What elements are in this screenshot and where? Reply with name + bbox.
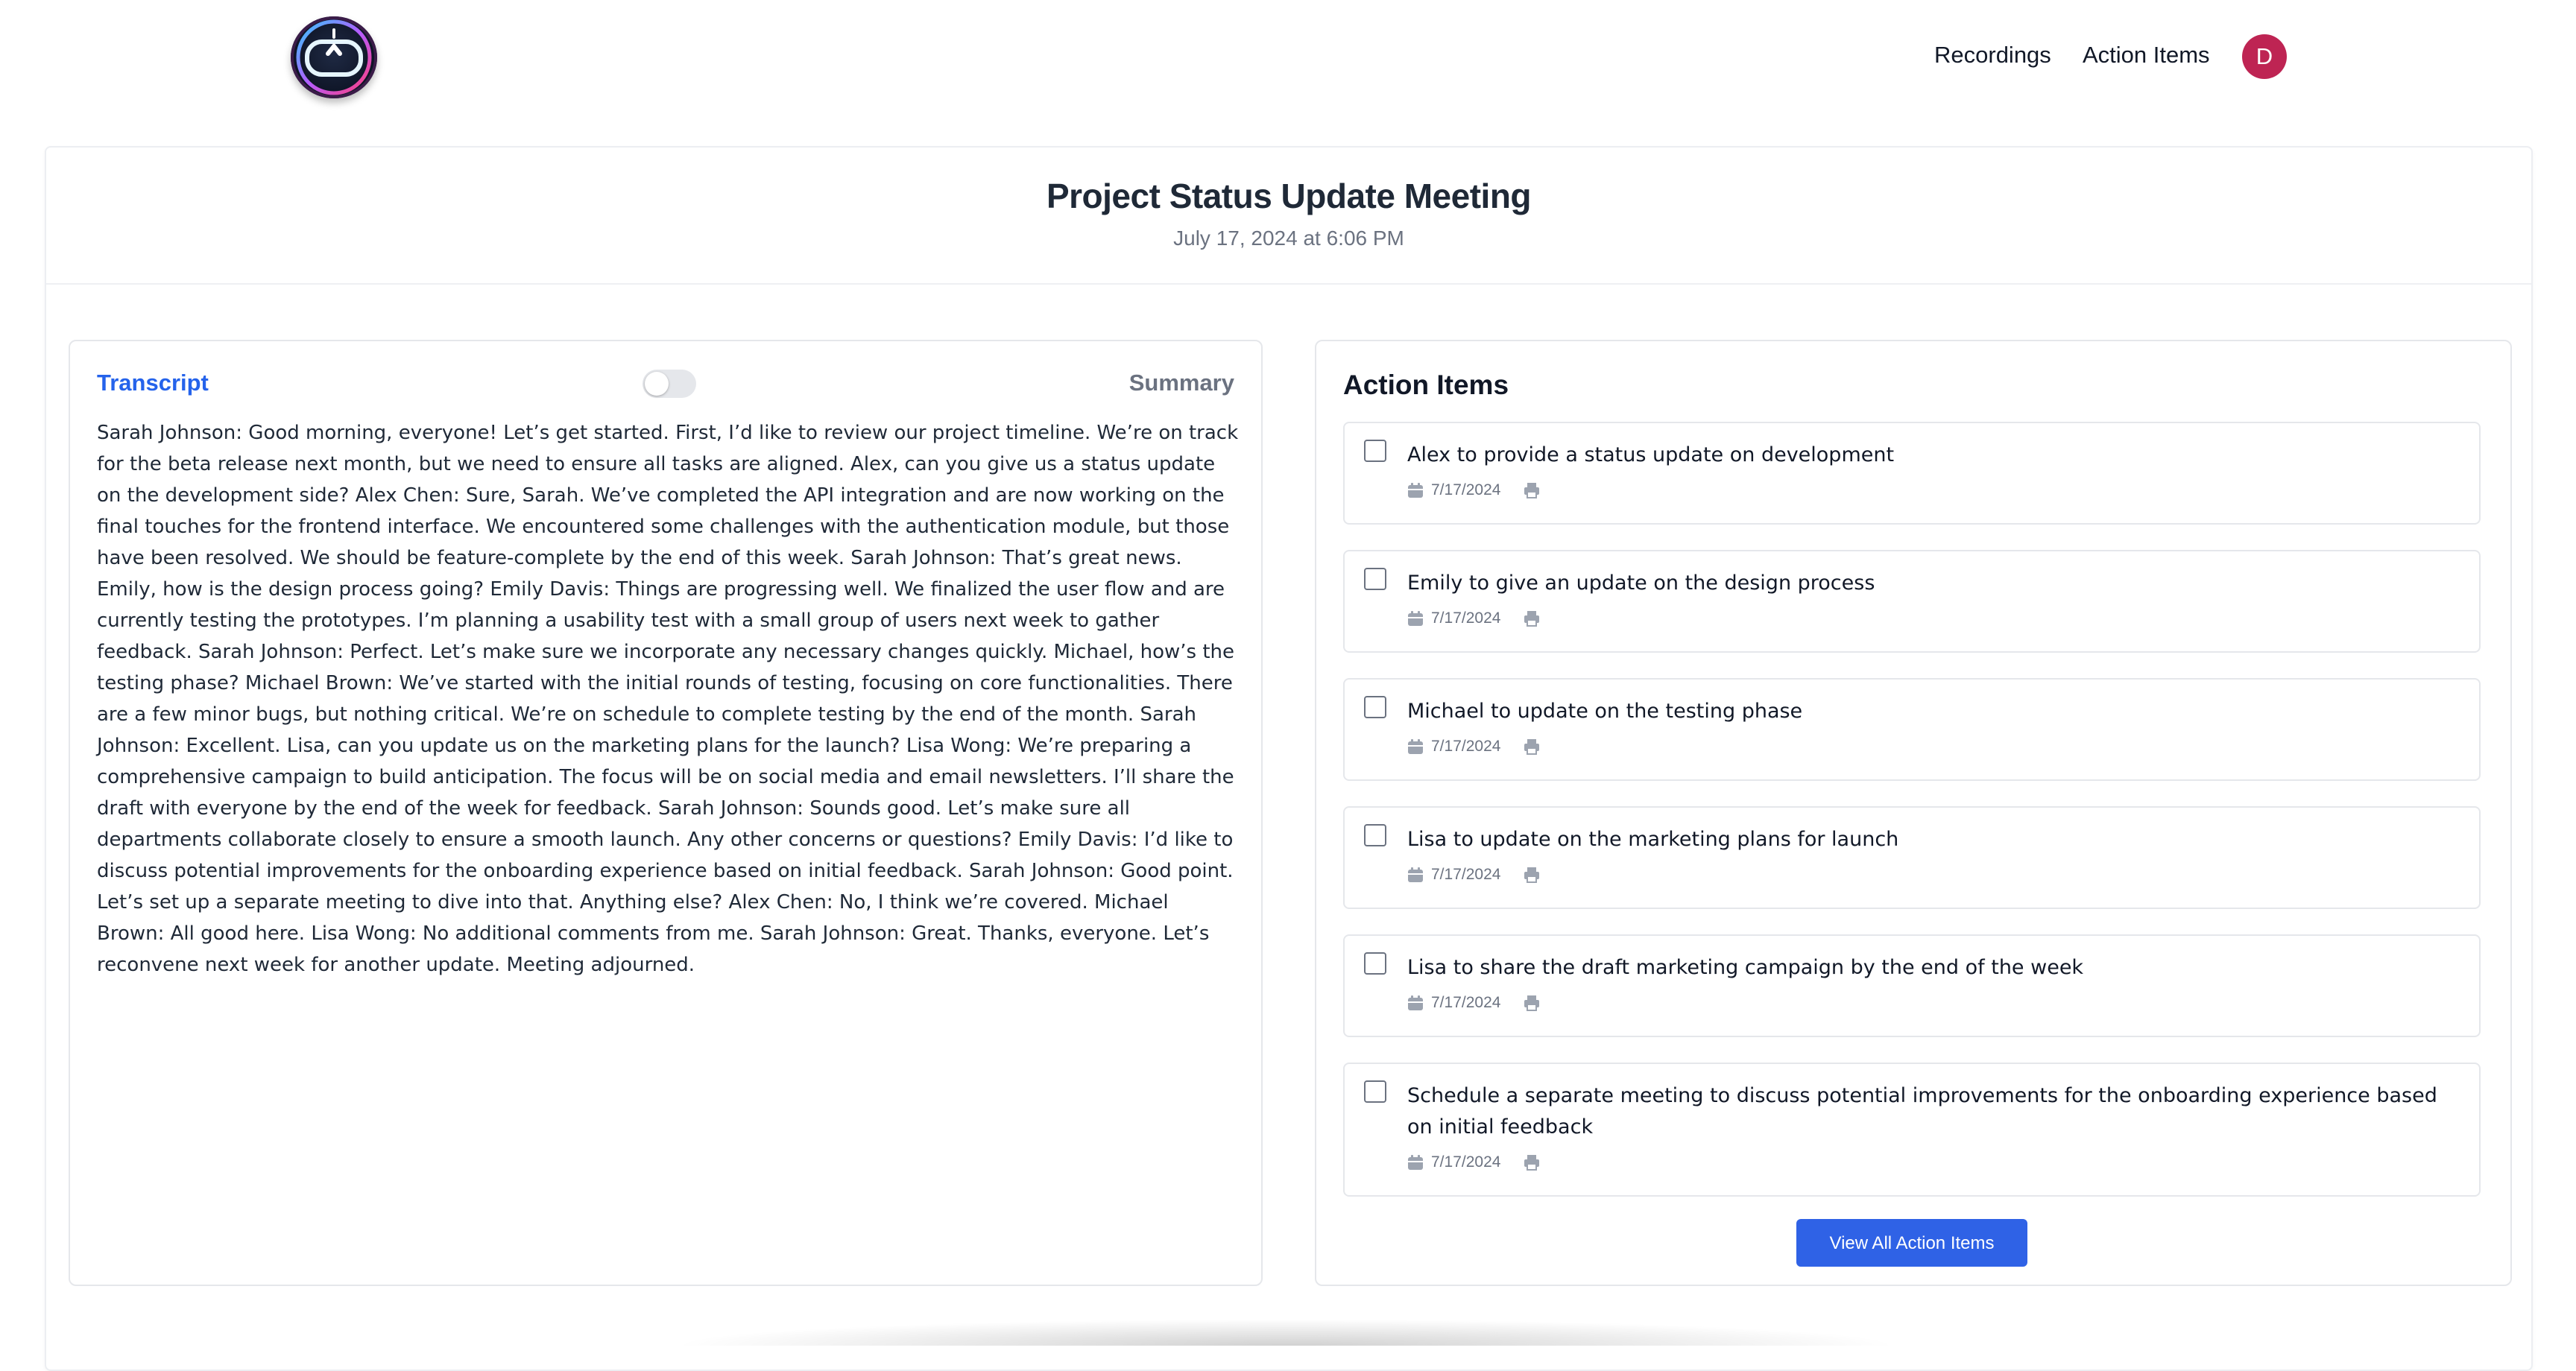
action-item-date: 7/17/2024 xyxy=(1431,994,1501,1011)
top-nav: Recordings Action Items D xyxy=(0,0,2576,112)
printer-icon[interactable] xyxy=(1523,994,1541,1012)
action-item: Lisa to share the draft marketing campai… xyxy=(1343,934,2481,1037)
action-item-meta: 7/17/2024 xyxy=(1407,994,1541,1012)
nav-action-items-link[interactable]: Action Items xyxy=(2083,42,2210,69)
action-item-date: 7/17/2024 xyxy=(1431,481,1501,498)
printer-icon[interactable] xyxy=(1523,1153,1541,1171)
user-avatar[interactable]: D xyxy=(2242,34,2287,79)
action-item-checkbox[interactable] xyxy=(1364,440,1386,462)
meeting-header: Project Status Update Meeting July 17, 2… xyxy=(46,148,2531,285)
action-item: Alex to provide a status update on devel… xyxy=(1343,422,2481,525)
action-item-meta: 7/17/2024 xyxy=(1407,738,1541,756)
printer-icon[interactable] xyxy=(1523,609,1541,627)
toggle-knob xyxy=(645,372,669,396)
meeting-title: Project Status Update Meeting xyxy=(1046,177,1532,215)
action-item-meta: 7/17/2024 xyxy=(1407,609,1541,627)
action-item-checkbox[interactable] xyxy=(1364,1080,1386,1103)
calendar-icon xyxy=(1408,1155,1423,1170)
tab-summary[interactable]: Summary xyxy=(1129,370,1234,396)
calendar-icon xyxy=(1408,739,1423,754)
action-item-date: 7/17/2024 xyxy=(1431,1153,1501,1171)
action-item-text: Lisa to update on the marketing plans fo… xyxy=(1407,828,1899,851)
calendar-icon xyxy=(1408,995,1423,1010)
action-item-text: Lisa to share the draft marketing campai… xyxy=(1407,956,2084,979)
action-items-panel: Action Items Alex to provide a status up… xyxy=(1315,340,2512,1286)
transcript-panel: Transcript Summary Sarah Johnson: Good m… xyxy=(69,340,1263,1286)
logo-icon xyxy=(296,19,372,95)
app-logo[interactable] xyxy=(291,16,377,98)
view-all-action-items-button[interactable]: View All Action Items xyxy=(1796,1219,2027,1267)
meeting-datetime: July 17, 2024 at 6:06 PM xyxy=(1173,227,1404,250)
printer-icon[interactable] xyxy=(1523,738,1541,756)
action-item-checkbox[interactable] xyxy=(1364,952,1386,975)
calendar-icon xyxy=(1408,867,1423,882)
action-item-checkbox[interactable] xyxy=(1364,696,1386,718)
action-item-checkbox[interactable] xyxy=(1364,824,1386,846)
action-item-text: Emily to give an update on the design pr… xyxy=(1407,571,1875,595)
calendar-icon xyxy=(1408,611,1423,626)
action-item: Schedule a separate meeting to discuss p… xyxy=(1343,1063,2481,1197)
action-item-date: 7/17/2024 xyxy=(1431,866,1501,883)
printer-icon[interactable] xyxy=(1523,866,1541,884)
action-items-heading: Action Items xyxy=(1343,370,1509,400)
action-item-checkbox[interactable] xyxy=(1364,568,1386,590)
action-item-meta: 7/17/2024 xyxy=(1407,481,1541,499)
action-item: Emily to give an update on the design pr… xyxy=(1343,550,2481,653)
transcript-summary-toggle[interactable] xyxy=(643,370,696,398)
action-item: Michael to update on the testing phase 7… xyxy=(1343,678,2481,781)
transcript-text: Sarah Johnson: Good morning, everyone! L… xyxy=(97,422,1239,976)
nav-recordings-link[interactable]: Recordings xyxy=(1934,42,2051,69)
action-item-meta: 7/17/2024 xyxy=(1407,1153,1541,1171)
action-item-text: Alex to provide a status update on devel… xyxy=(1407,443,1895,466)
printer-icon[interactable] xyxy=(1523,481,1541,499)
action-item-text: Michael to update on the testing phase xyxy=(1407,700,1803,723)
bottom-shadow xyxy=(671,1319,1901,1346)
action-item-meta: 7/17/2024 xyxy=(1407,866,1541,884)
action-item: Lisa to update on the marketing plans fo… xyxy=(1343,806,2481,909)
action-item-text: Schedule a separate meeting to discuss p… xyxy=(1407,1084,2437,1139)
tab-transcript[interactable]: Transcript xyxy=(97,370,209,396)
action-item-date: 7/17/2024 xyxy=(1431,738,1501,755)
calendar-icon xyxy=(1408,483,1423,498)
action-item-date: 7/17/2024 xyxy=(1431,609,1501,627)
